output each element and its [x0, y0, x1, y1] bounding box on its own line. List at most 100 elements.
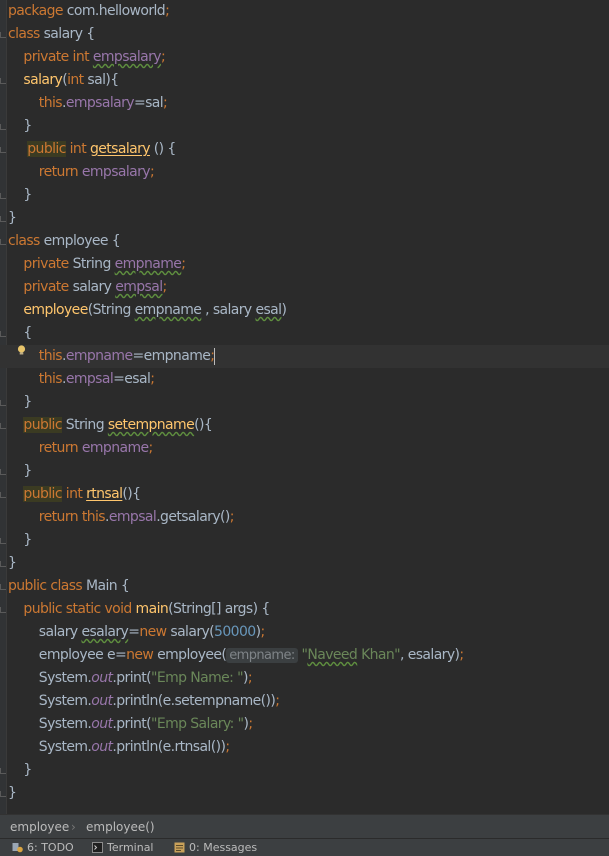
code-token: ;: [160, 49, 166, 65]
code-token: ): [281, 302, 287, 318]
code-token: public class: [8, 578, 86, 594]
fold-marker-icon[interactable]: [0, 607, 6, 613]
code-line[interactable]: System.out.println(e.setempname());: [0, 690, 280, 713]
code-token: out: [91, 716, 113, 732]
code-token: "Emp Salary: ": [151, 716, 244, 732]
code-token: .print(: [112, 716, 152, 732]
code-token: ;: [248, 716, 253, 732]
terminal-icon: [92, 842, 103, 853]
code-line[interactable]: public int getsalary () {: [0, 138, 176, 161]
code-line[interactable]: public int rtnsal(){: [0, 483, 141, 506]
code-token: empsalary: [92, 49, 162, 65]
code-line[interactable]: System.out.print("Emp Name: ");: [0, 667, 253, 690]
code-line[interactable]: this.empname=empname;: [0, 345, 609, 368]
code-line[interactable]: return empname;: [0, 437, 153, 460]
fold-marker-icon[interactable]: [0, 193, 6, 199]
fold-marker-icon[interactable]: [0, 469, 6, 475]
fold-marker-icon[interactable]: [0, 492, 6, 498]
code-line[interactable]: public static void main(String[] args) {: [0, 598, 270, 621]
code-token: employee(: [157, 647, 227, 663]
code-line[interactable]: salary(int sal){: [0, 69, 119, 92]
code-line[interactable]: private String empname;: [0, 253, 186, 276]
fold-marker-icon[interactable]: [0, 331, 6, 337]
code-line[interactable]: class employee {: [0, 230, 121, 253]
code-token: return: [8, 164, 82, 180]
fold-marker-icon[interactable]: [0, 124, 6, 130]
code-editor[interactable]: package com.helloworld; class salary { pr…: [0, 0, 609, 814]
code-token: System.: [8, 716, 92, 732]
code-line[interactable]: System.out.print("Emp Salary: ");: [0, 713, 253, 736]
fold-marker-icon[interactable]: [0, 147, 6, 153]
code-line[interactable]: public String setempname(){: [0, 414, 213, 437]
code-line[interactable]: salary esalary=new salary(50000);: [0, 621, 265, 644]
code-token: }: [8, 463, 32, 479]
tool-window-bar: 6: TODO Terminal 0: Messages: [0, 838, 609, 856]
messages-tool-button[interactable]: 0: Messages: [174, 839, 257, 856]
code-line[interactable]: private salary empsal;: [0, 276, 167, 299]
code-token: int: [61, 486, 87, 502]
todo-label: 6: TODO: [27, 841, 74, 854]
breadcrumb-item-method[interactable]: employee(): [86, 815, 155, 839]
code-line[interactable]: private int empsalary;: [0, 46, 165, 69]
code-token: package: [8, 3, 67, 19]
fold-marker-icon[interactable]: [0, 768, 6, 774]
code-token: empsalary: [81, 164, 151, 180]
fold-marker-icon[interactable]: [0, 239, 6, 245]
code-line[interactable]: this.empsalary=sal;: [0, 92, 168, 115]
todo-tool-button[interactable]: 6: TODO: [12, 839, 74, 856]
code-token: out: [91, 670, 113, 686]
code-line[interactable]: class salary {: [0, 23, 95, 46]
fold-marker-icon[interactable]: [0, 216, 6, 222]
code-token: }: [8, 187, 32, 203]
code-token: getsalary: [89, 141, 151, 157]
code-token: Naveed: [307, 647, 358, 663]
code-token: return this: [8, 509, 106, 525]
lightbulb-icon[interactable]: [17, 345, 26, 356]
code-line[interactable]: return this.empsal.getsalary();: [0, 506, 235, 529]
code-token: int: [65, 141, 90, 157]
code-line[interactable]: this.empsal=esal;: [0, 368, 155, 391]
code-token: System.: [8, 693, 92, 709]
fold-marker-icon[interactable]: [0, 561, 6, 567]
code-token: ;: [275, 693, 280, 709]
code-token: (){: [122, 486, 141, 502]
fold-marker-icon[interactable]: [0, 400, 6, 406]
code-token: this: [8, 371, 63, 387]
fold-marker-icon[interactable]: [0, 538, 6, 544]
code-line[interactable]: package com.helloworld;: [0, 0, 170, 23]
code-line[interactable]: employee(String empname , salary esal): [0, 299, 287, 322]
code-token: this: [8, 95, 63, 111]
terminal-tool-button[interactable]: Terminal: [92, 839, 154, 856]
code-token: Khan": [357, 647, 401, 663]
breadcrumb-separator-icon: ›: [71, 820, 76, 834]
messages-label: 0: Messages: [189, 841, 258, 854]
fold-marker-icon[interactable]: [0, 791, 6, 797]
code-token: ": [297, 647, 308, 663]
code-token: .getsalary(): [156, 509, 230, 525]
code-token: public: [23, 417, 63, 433]
code-token: =esal: [113, 371, 151, 387]
code-token: salary(: [170, 624, 215, 640]
breadcrumb: employee › employee(): [0, 814, 609, 839]
fold-marker-icon[interactable]: [0, 78, 6, 84]
code-token: empname: [81, 440, 149, 456]
fold-marker-icon[interactable]: [0, 584, 6, 590]
code-token: Main {: [85, 578, 130, 594]
code-token: salary: [23, 72, 63, 88]
code-line[interactable]: System.out.println(e.rtnsal());: [0, 736, 230, 759]
fold-marker-icon[interactable]: [0, 32, 6, 38]
code-line[interactable]: return empsalary;: [0, 161, 155, 184]
code-token: esal: [255, 302, 282, 318]
code-token: empsal: [108, 509, 157, 525]
code-line[interactable]: employee e=new employee(empname: "Naveed…: [0, 644, 464, 667]
code-token: public: [23, 486, 63, 502]
code-token: int: [67, 72, 88, 88]
code-token: (){: [194, 417, 213, 433]
code-token: , salary: [201, 302, 256, 318]
fold-marker-icon[interactable]: [0, 423, 6, 429]
code-token: (String[] args) {: [168, 601, 270, 617]
breadcrumb-item-class[interactable]: employee: [10, 815, 69, 839]
code-line[interactable]: public class Main {: [0, 575, 130, 598]
